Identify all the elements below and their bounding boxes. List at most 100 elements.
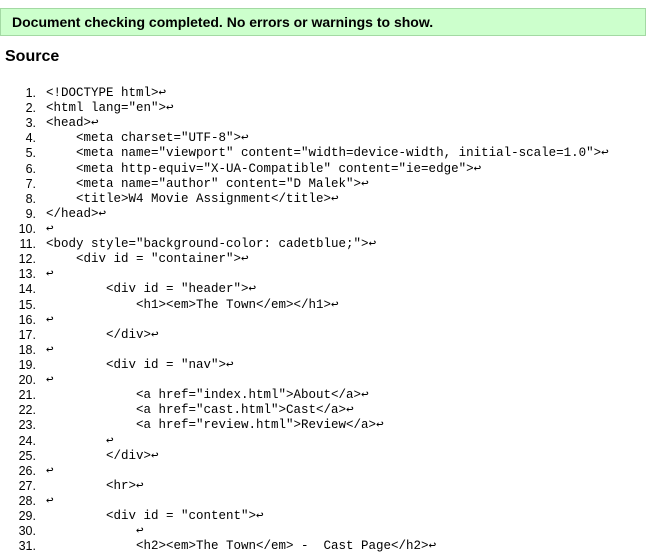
line-code: <!DOCTYPE html>↩ — [46, 86, 166, 101]
line-code: ↩ — [46, 494, 54, 509]
line-text: <head> — [46, 116, 92, 131]
line-code: <a href="cast.html">Cast</a>↩ — [46, 403, 354, 418]
line-end-marker: ↩ — [226, 357, 234, 372]
line-end-marker: ↩ — [151, 448, 159, 463]
line-code: <meta name="author" content="D Malek">↩ — [46, 177, 369, 192]
line-end-marker: ↩ — [46, 493, 54, 508]
line-text: <meta charset="UTF-8"> — [46, 131, 242, 146]
line-number: 1. — [25, 86, 36, 100]
line-number: 2. — [25, 101, 36, 116]
line-text — [46, 524, 136, 538]
line-end-marker: ↩ — [46, 373, 54, 388]
source-line: 25. </div>↩ — [0, 449, 648, 464]
source-line: 2. <html lang="en">↩ — [0, 101, 648, 116]
line-end-marker: ↩ — [346, 403, 354, 418]
line-code: <h1><em>The Town</em></h1>↩ — [46, 298, 339, 313]
line-text: <h2><em>The Town</em> - Cast Page</h2> — [46, 539, 429, 554]
line-text: <div id = "content"> — [46, 509, 257, 524]
line-number: 4. — [25, 131, 36, 146]
line-end-marker: ↩ — [428, 539, 437, 554]
source-line: 31. <h2><em>The Town</em> - Cast Page</h… — [0, 539, 648, 554]
line-end-marker: ↩ — [46, 463, 54, 478]
line-end-marker: ↩ — [361, 388, 369, 403]
line-code: ↩ — [46, 373, 54, 388]
line-number: 11. — [19, 237, 36, 252]
line-end-marker: ↩ — [368, 237, 377, 252]
line-end-marker: ↩ — [331, 191, 339, 206]
status-message: Document checking completed. No errors o… — [12, 14, 434, 30]
source-line: 3. <head>↩ — [0, 116, 648, 131]
line-code: ↩ — [46, 313, 54, 328]
line-text: <div id = "container"> — [46, 252, 242, 267]
line-text: <meta name="author" content="D Malek"> — [46, 176, 362, 191]
line-text: </div> — [46, 327, 152, 342]
line-number: 26. — [18, 463, 36, 478]
line-end-marker: ↩ — [46, 221, 54, 236]
line-number: 31. — [18, 539, 36, 554]
line-end-marker: ↩ — [136, 478, 144, 493]
source-line: 17. </div>↩ — [0, 328, 648, 343]
line-end-marker: ↩ — [248, 282, 257, 297]
line-text: <meta name="viewport" content="width=dev… — [46, 146, 602, 161]
line-end-marker: ↩ — [106, 433, 114, 448]
status-banner: Document checking completed. No errors o… — [0, 8, 646, 36]
line-code: ↩ — [46, 267, 54, 282]
line-end-marker: ↩ — [46, 342, 54, 357]
line-end-marker: ↩ — [136, 524, 144, 539]
line-number: 6. — [25, 161, 36, 176]
line-text: <hr> — [46, 478, 137, 493]
line-number: 23. — [18, 418, 36, 433]
line-number: 15. — [18, 297, 36, 312]
source-line: 28. ↩ — [0, 494, 648, 509]
line-number: 9. — [25, 206, 36, 221]
line-number: 27. — [18, 478, 36, 493]
source-line: 10. ↩ — [0, 222, 648, 237]
line-code: <a href="review.html">Review</a>↩ — [46, 418, 384, 433]
source-heading: Source — [5, 48, 60, 65]
source-line: 20. ↩ — [0, 373, 648, 388]
source-line: 30. ↩ — [0, 524, 648, 539]
line-code: <meta charset="UTF-8">↩ — [46, 131, 249, 146]
source-line: 8. <title>W4 Movie Assignment</title>↩ — [0, 192, 648, 207]
line-end-marker: ↩ — [331, 297, 339, 312]
source-line: 9. </head>↩ — [0, 207, 648, 222]
line-code: </head>↩ — [46, 207, 106, 222]
source-line: 26. ↩ — [0, 464, 648, 479]
source-line: 11. <body style="background-color: cadetb… — [0, 237, 648, 252]
line-end-marker: ↩ — [376, 418, 384, 433]
line-text: <div id = "nav"> — [46, 357, 227, 372]
source-line: 19. <div id = "nav">↩ — [0, 358, 648, 373]
source-line: 4. <meta charset="UTF-8">↩ — [0, 131, 648, 146]
line-end-marker: ↩ — [158, 86, 167, 100]
line-number: 25. — [18, 448, 36, 463]
line-number: 24. — [18, 433, 36, 448]
source-line: 12. <div id = "container">↩ — [0, 252, 648, 267]
line-number: 5. — [25, 146, 36, 161]
line-end-marker: ↩ — [473, 161, 482, 176]
source-line: 13. ↩ — [0, 267, 648, 282]
line-code: <body style="background-color: cadetblue… — [46, 237, 376, 252]
line-number: 21. — [18, 388, 36, 403]
line-number: 22. — [18, 403, 36, 418]
line-code: <a href="index.html">About</a>↩ — [46, 388, 369, 403]
line-number: 13. — [18, 267, 36, 282]
line-text: <body style="background-color: cadetblue… — [46, 237, 369, 252]
line-number: 29. — [18, 509, 36, 524]
line-text: <a href="index.html">About</a> — [46, 388, 362, 403]
line-code: <div id = "header">↩ — [46, 282, 256, 297]
source-line: 24. ↩ — [0, 434, 648, 449]
line-code: <div id = "nav">↩ — [46, 358, 234, 373]
source-line: 16. ↩ — [0, 313, 648, 328]
line-text — [46, 434, 106, 448]
line-number: 17. — [18, 327, 36, 342]
line-text: <html lang="en"> — [46, 101, 167, 116]
line-text: <meta http-equiv="X-UA-Compatible" conte… — [46, 161, 474, 176]
line-code: <h2><em>The Town</em> - Cast Page</h2>↩ — [46, 539, 436, 554]
source-line: 18. ↩ — [0, 343, 648, 358]
line-number: 19. — [18, 357, 36, 372]
line-code: </div>↩ — [46, 449, 159, 464]
source-line: 29. <div id = "content">↩ — [0, 509, 648, 524]
line-code: ↩ — [46, 222, 54, 237]
line-end-marker: ↩ — [46, 312, 54, 327]
line-number: 3. — [25, 116, 36, 131]
